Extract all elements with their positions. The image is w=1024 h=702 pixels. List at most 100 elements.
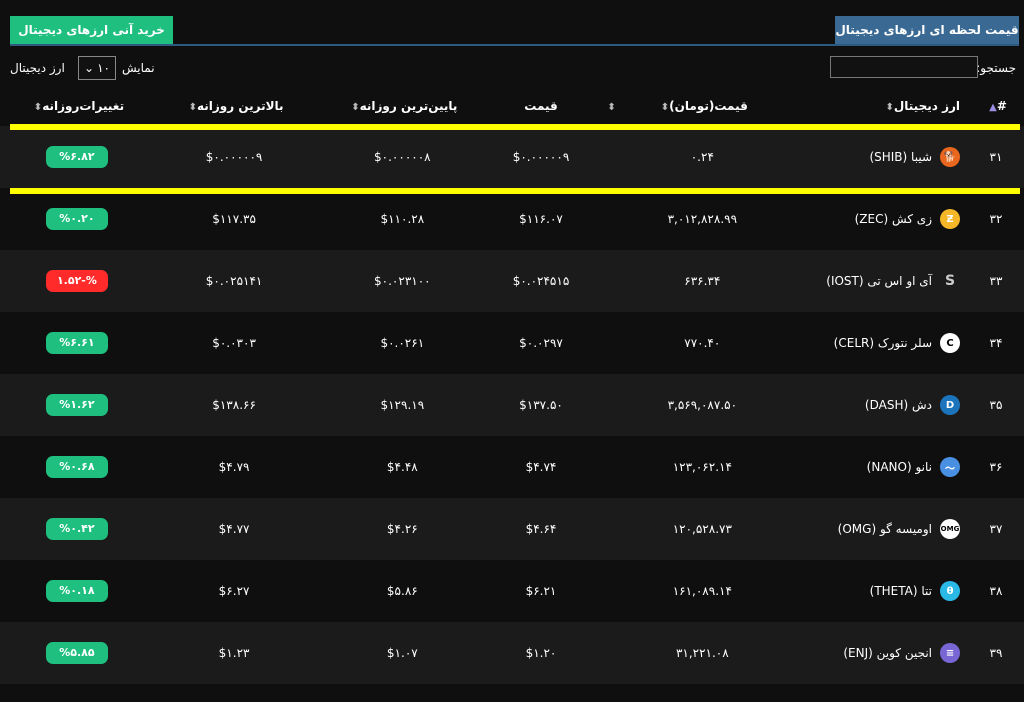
coin-name: دش (DASH): [864, 398, 932, 412]
header-high-label: بالاترین روزانه: [196, 99, 284, 113]
table-row[interactable]: ۳۹ ≡ انجین کوین (ENJ) ۳۱,۲۲۱.۰۸ $۱.۲۰ $۱.۰۷ $۱…: [0, 622, 1024, 684]
sort-asc-icon: ▲: [989, 102, 997, 113]
cell-empty: [591, 374, 628, 436]
cell-change: %۰.۴۲: [0, 498, 154, 560]
cell-price: $۱.۲۰: [490, 622, 592, 684]
header-name-label: ارز دیجیتال: [893, 99, 960, 113]
omg-icon: OMG: [940, 519, 960, 539]
sort-icon: ⬍: [351, 102, 360, 113]
change-badge: %۰.۶۸: [45, 456, 108, 478]
cell-name: ≡ انجین کوین (ENJ): [777, 622, 968, 684]
sort-icon: ⬍: [660, 102, 670, 113]
header-num[interactable]: #▲: [968, 86, 1024, 126]
search-input[interactable]: [830, 56, 978, 78]
sort-icon: ⬍: [188, 102, 197, 113]
cell-empty: [591, 498, 628, 560]
cell-name: S آی او اس تی (IOST): [777, 250, 968, 312]
cell-name: Ƶ زی کش (ZEC): [777, 188, 968, 250]
tab-instant-buy[interactable]: خرید آنی ارزهای دیجیتال: [10, 16, 173, 44]
unit-label: ارز دیجیتال: [10, 61, 65, 75]
header-low-label: پایین‌ترین روزانه: [359, 99, 458, 113]
table-row[interactable]: ۳۲ Ƶ زی کش (ZEC) ۳,۰۱۲,۸۲۸.۹۹ $۱۱۶.۰۷ $۱۱۰.۲۸…: [0, 188, 1024, 250]
header-sort-extra[interactable]: ⬍: [592, 86, 628, 126]
cell-high: $۶.۲۷: [153, 560, 315, 622]
table-row[interactable]: ۳۶ 〜 نانو (NANO) ۱۲۳,۰۶۲.۱۴ $۴.۷۴ $۴.۴۸ $۴.۷۹%…: [0, 436, 1024, 498]
header-change[interactable]: تغییرات‌روزانه⬍: [0, 86, 154, 126]
table-row[interactable]: ۳۳ S آی او اس تی (IOST) ۶۳۶.۳۴ $۰.۰۲۴۵۱۵ $۰.۰…: [0, 250, 1024, 312]
cell-change: %۰.۱۸: [0, 560, 154, 622]
cell-empty: [591, 436, 628, 498]
table-row[interactable]: ۳۵ D دش (DASH) ۳,۵۶۹,۰۸۷.۵۰ $۱۳۷.۵۰ $۱۲۹.۱۹ $۱…: [0, 374, 1024, 436]
header-low[interactable]: پایین‌ترین روزانه⬍: [314, 86, 490, 126]
change-badge: %۶.۶۱: [45, 332, 108, 354]
chevron-down-icon: ⌄: [84, 61, 95, 75]
coin-name: اومیسه گو (OMG): [837, 522, 932, 536]
header-name[interactable]: ارز دیجیتال⬍: [777, 86, 968, 126]
table-row[interactable]: ۳۷ OMG اومیسه گو (OMG) ۱۲۰,۵۲۸.۷۳ $۴.۶۴ $۴.۲۶…: [0, 498, 1024, 560]
search-label: جستجو:: [976, 61, 1016, 75]
change-badge: %۰.۴۲: [45, 518, 108, 540]
cell-price-toman: ۶۳۶.۳۴: [627, 250, 777, 312]
table-row[interactable]: ۳۱ 🐕 شیبا (SHIB) ۰.۲۴ $۰.۰۰۰۰۰۹ $۰.۰۰۰۰۰۸ $۰.۰…: [0, 126, 1024, 188]
page-length-select[interactable]: ⌄ ۱۰: [78, 56, 116, 80]
cell-low: $۱۲۹.۱۹: [314, 374, 491, 436]
coin-name: شیبا (SHIB): [869, 150, 932, 164]
header-high[interactable]: بالاترین روزانه⬍: [154, 86, 314, 126]
cell-low: $۴.۲۶: [314, 498, 491, 560]
table-row[interactable]: ۳۴ C سلر نتورک (CELR) ۷۷۰.۴۰ $۰.۰۲۹۷ $۰.۰۲۶۱ $…: [0, 312, 1024, 374]
cell-high: $۰.۰۲۵۱۴۱: [153, 250, 315, 312]
cell-name: 〜 نانو (NANO): [777, 436, 968, 498]
table-controls: جستجو: نمایش ⌄ ۱۰ ارز دیجیتال: [0, 54, 1024, 82]
cell-name: C سلر نتورک (CELR): [777, 312, 968, 374]
cell-price-toman: ۱۲۳,۰۶۲.۱۴: [627, 436, 777, 498]
cell-empty: [591, 250, 628, 312]
page-length-value: ۱۰: [97, 61, 110, 75]
cell-num: ۳۸: [968, 560, 1024, 622]
table-header-row: #▲ ارز دیجیتال⬍ قیمت(تومان)⬍ ⬍ قیمت پایی…: [0, 86, 1024, 126]
cell-price: $۰.۰۲۴۵۱۵: [490, 250, 592, 312]
coin-name: سلر نتورک (CELR): [833, 336, 932, 350]
tab-live-prices[interactable]: قیمت لحظه ای ارزهای دیجیتال: [835, 16, 1019, 44]
header-price-toman-label: قیمت(تومان): [669, 99, 748, 113]
sort-icon: ⬍: [33, 102, 43, 113]
cell-name: θ تتا (THETA): [777, 560, 968, 622]
cell-low: $۰.۰۲۳۱۰۰: [314, 250, 491, 312]
cell-price: $۴.۷۴: [490, 436, 592, 498]
change-badge: %۵.۸۵: [45, 642, 108, 664]
cell-high: $۴.۷۷: [153, 498, 315, 560]
tab-bar: خرید آنی ارزهای دیجیتال قیمت لحظه ای ارز…: [10, 16, 1019, 46]
nano-icon: 〜: [940, 457, 960, 477]
cell-high: $۴.۷۹: [153, 436, 315, 498]
dash-icon: D: [940, 395, 960, 415]
coin-name: انجین کوین (ENJ): [843, 646, 932, 660]
header-price[interactable]: قیمت: [490, 86, 591, 126]
show-label: نمایش: [122, 61, 155, 75]
table-row[interactable]: ۳۸ θ تتا (THETA) ۱۶۱,۰۸۹.۱۴ $۶.۲۱ $۵.۸۶ $۶.۲۷%…: [0, 560, 1024, 622]
cell-price-toman: ۷۷۰.۴۰: [627, 312, 777, 374]
cell-price-toman: ۱۲۰,۵۲۸.۷۳: [627, 498, 777, 560]
cell-empty: [591, 188, 628, 250]
celer-icon: C: [940, 333, 960, 353]
cell-change: %۶.۶۱: [0, 312, 154, 374]
table-body: ۳۱ 🐕 شیبا (SHIB) ۰.۲۴ $۰.۰۰۰۰۰۹ $۰.۰۰۰۰۰۸ $۰.۰…: [0, 126, 1024, 684]
cell-empty: [591, 126, 628, 188]
cell-low: $۵.۸۶: [314, 560, 491, 622]
cell-price: $۰.۰۲۹۷: [490, 312, 592, 374]
cell-num: ۳۷: [968, 498, 1024, 560]
header-price-label: قیمت: [524, 99, 558, 113]
highlight-line-bottom: [10, 188, 1020, 194]
change-badge: %۰.۱۸: [45, 580, 108, 602]
cell-name: D دش (DASH): [777, 374, 968, 436]
header-change-label: تغییرات‌روزانه: [42, 99, 125, 113]
cell-num: ۳۱: [968, 126, 1024, 188]
cell-num: ۳۵: [968, 374, 1024, 436]
cell-empty: [591, 622, 628, 684]
header-price-toman[interactable]: قیمت(تومان)⬍: [628, 86, 777, 126]
cell-empty: [591, 560, 628, 622]
cell-price: $۴.۶۴: [490, 498, 592, 560]
iost-icon: S: [944, 273, 956, 289]
cell-low: $۰.۰۰۰۰۰۸: [314, 126, 491, 188]
shiba-icon: 🐕: [940, 147, 960, 167]
coin-name: زی کش (ZEC): [854, 212, 932, 226]
cell-name: 🐕 شیبا (SHIB): [777, 126, 968, 188]
